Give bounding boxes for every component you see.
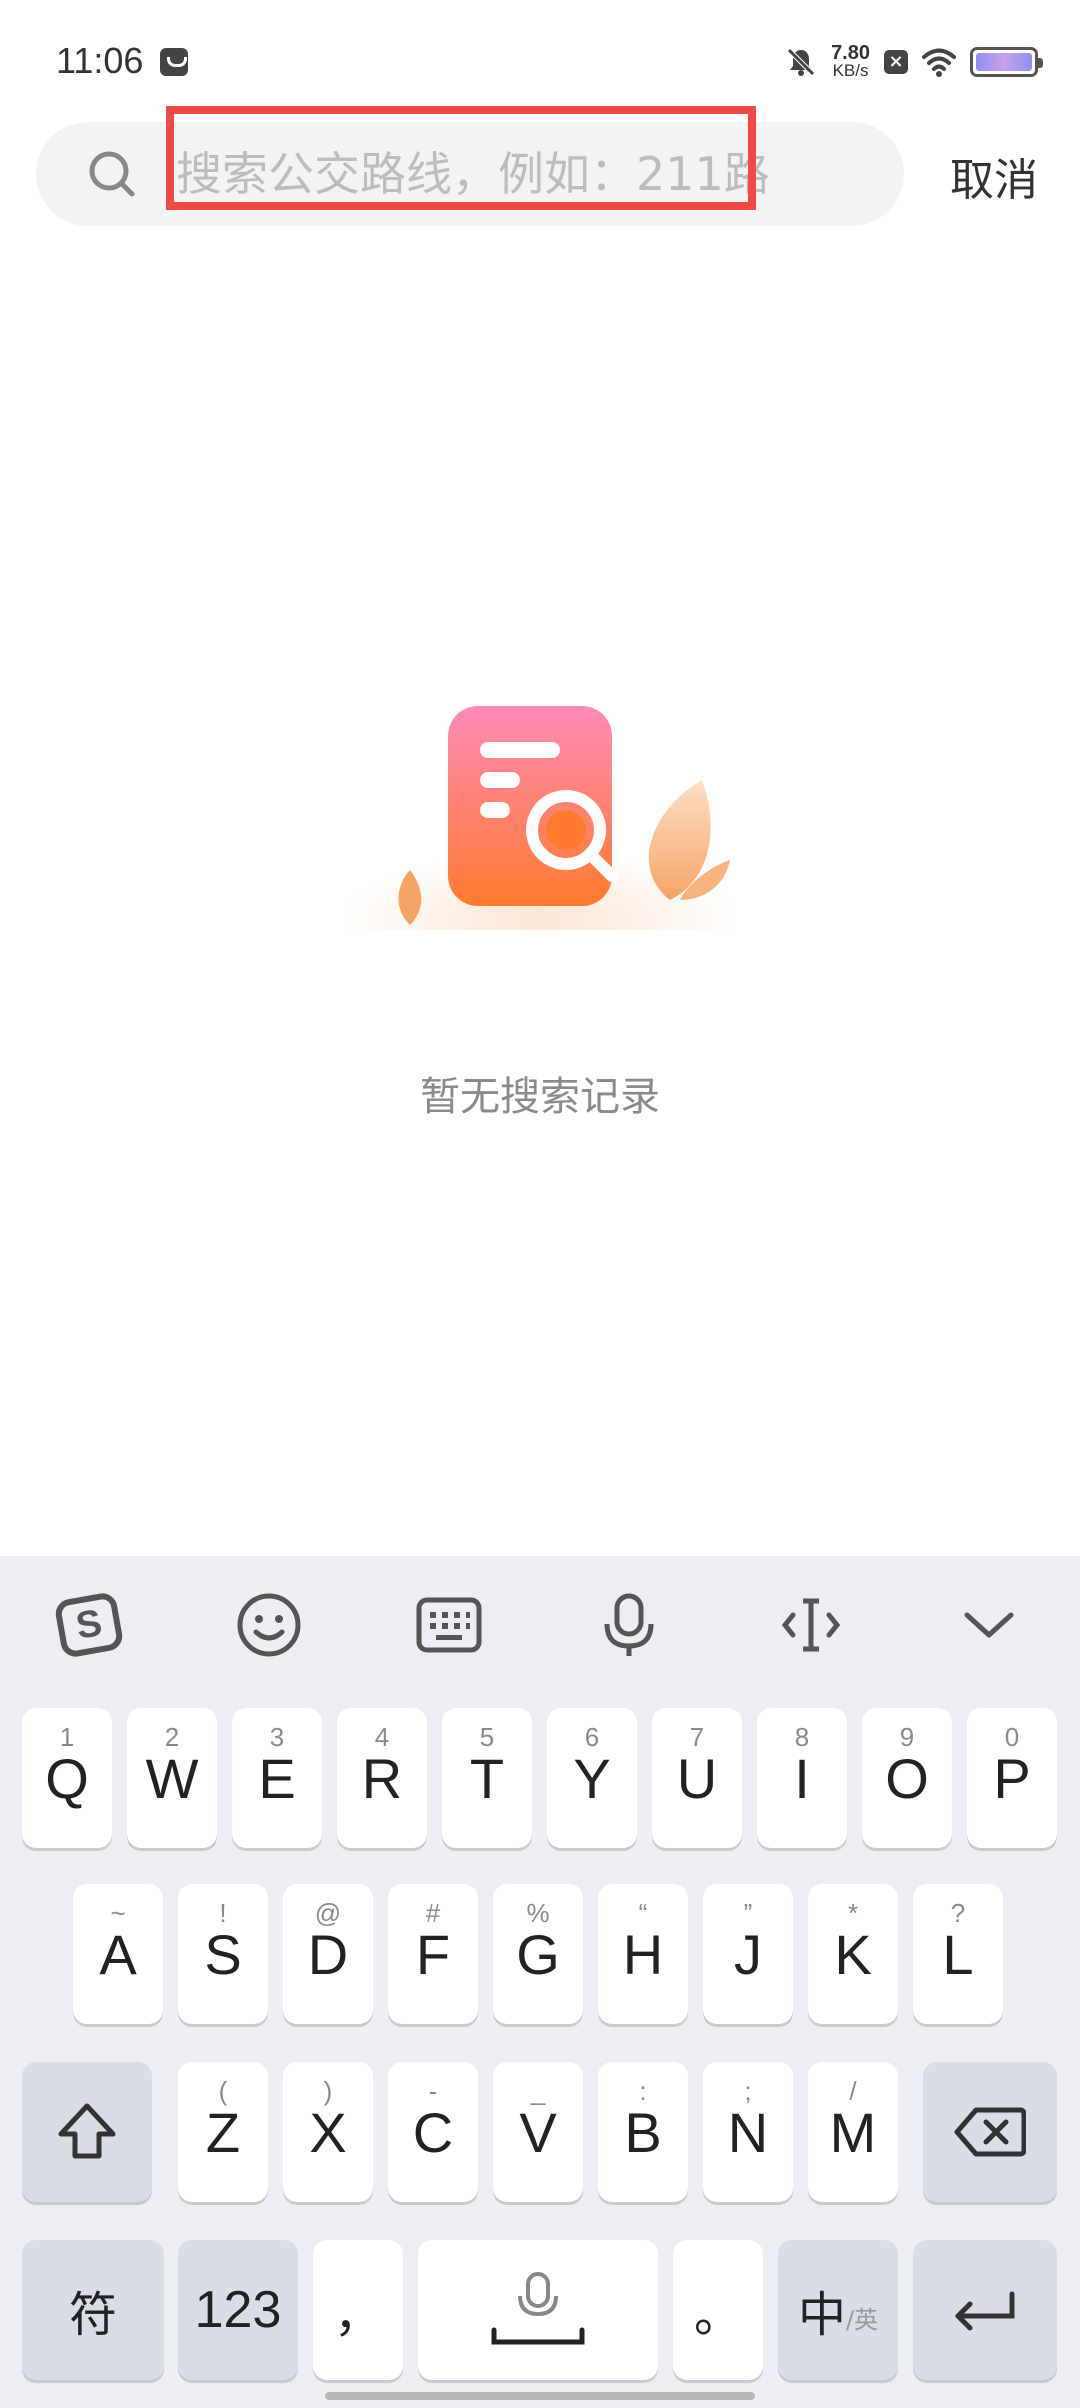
key-g[interactable]: % G: [493, 1884, 583, 2024]
empty-state-message: 暂无搜索记录: [420, 1074, 660, 1120]
empty-search-illustration-icon: [330, 706, 750, 970]
cursor-icon[interactable]: [776, 1590, 846, 1660]
key-l[interactable]: ? L: [913, 1884, 1003, 2024]
shift-arrow-icon: [58, 2103, 116, 2159]
key-a[interactable]: ~ A: [73, 1884, 163, 2024]
key-v[interactable]: _ V: [493, 2062, 583, 2202]
status-time: 11:06: [56, 40, 144, 81]
net-speed-unit: KB/s: [832, 61, 869, 80]
key-h[interactable]: “H: [598, 1884, 688, 2024]
key-m[interactable]: / M: [808, 2062, 898, 2202]
status-icons: 7.80 KB/s ×: [785, 40, 1043, 84]
home-indicator[interactable]: [325, 2392, 755, 2400]
key-q[interactable]: 1Q: [22, 1708, 112, 1848]
emoji-icon[interactable]: [234, 1590, 304, 1660]
language-switch-key[interactable]: 中 /英: [778, 2240, 898, 2380]
backspace-icon: [954, 2107, 1026, 2157]
enter-key[interactable]: [913, 2240, 1057, 2380]
key-z[interactable]: (Z: [178, 2062, 268, 2202]
battery-icon: [970, 47, 1043, 77]
key-f[interactable]: # F: [388, 1884, 478, 2024]
key-y[interactable]: 6Y: [547, 1708, 637, 1848]
message-icon: [160, 48, 188, 76]
key-r[interactable]: 4R: [337, 1708, 427, 1848]
space-key[interactable]: [418, 2240, 658, 2380]
shift-key[interactable]: [22, 2062, 152, 2202]
sogou-logo-icon[interactable]: S: [54, 1590, 124, 1660]
key-x[interactable]: ) X: [283, 2062, 373, 2202]
key-j[interactable]: ” J: [703, 1884, 793, 2024]
key-t[interactable]: 5T: [442, 1708, 532, 1848]
microphone-icon[interactable]: [594, 1590, 664, 1660]
status-bar: 11:06 7.80 KB/s ×: [0, 0, 1080, 120]
cancel-button[interactable]: 取消: [950, 144, 1038, 208]
key-w[interactable]: 2W: [127, 1708, 217, 1848]
search-bar[interactable]: [36, 122, 904, 226]
chevron-down-icon[interactable]: [954, 1590, 1024, 1660]
key-n[interactable]: ; N: [703, 2062, 793, 2202]
enter-icon: [955, 2291, 1015, 2331]
svg-text:S: S: [73, 1602, 105, 1648]
soft-keyboard: S 1 Q 2 W 3 E 4 R 5 T 6 Y 7 U 8 I 9 O 0 …: [0, 1556, 1080, 2408]
key-p[interactable]: 0P: [967, 1708, 1057, 1848]
key-d[interactable]: @ D: [283, 1884, 373, 2024]
backspace-key[interactable]: [923, 2062, 1057, 2202]
comma-key[interactable]: ，: [313, 2240, 403, 2380]
network-speed: 7.80 KB/s: [831, 42, 870, 80]
key-c[interactable]: -C: [388, 2062, 478, 2202]
net-speed-value: 7.80: [831, 42, 870, 64]
key-i[interactable]: 8I: [757, 1708, 847, 1848]
numbers-key[interactable]: 123: [178, 2240, 298, 2380]
key-u[interactable]: 7U: [652, 1708, 742, 1848]
key-e[interactable]: 3E: [232, 1708, 322, 1848]
keyboard-icon[interactable]: [414, 1590, 484, 1660]
key-k[interactable]: * K: [808, 1884, 898, 2024]
close-box-icon: ×: [884, 50, 908, 74]
search-icon: [89, 151, 135, 197]
space-mic-icon: [491, 2272, 585, 2345]
keyboard-toolbar: S: [0, 1556, 1080, 1696]
search-input[interactable]: [176, 140, 876, 208]
key-s[interactable]: ! S: [178, 1884, 268, 2024]
wifi-icon: [922, 48, 956, 77]
key-b[interactable]: :B: [598, 2062, 688, 2202]
key-o[interactable]: 9O: [862, 1708, 952, 1848]
symbols-key[interactable]: 符: [22, 2240, 164, 2380]
bell-off-icon: [787, 48, 815, 76]
period-key[interactable]: 。: [673, 2240, 763, 2380]
